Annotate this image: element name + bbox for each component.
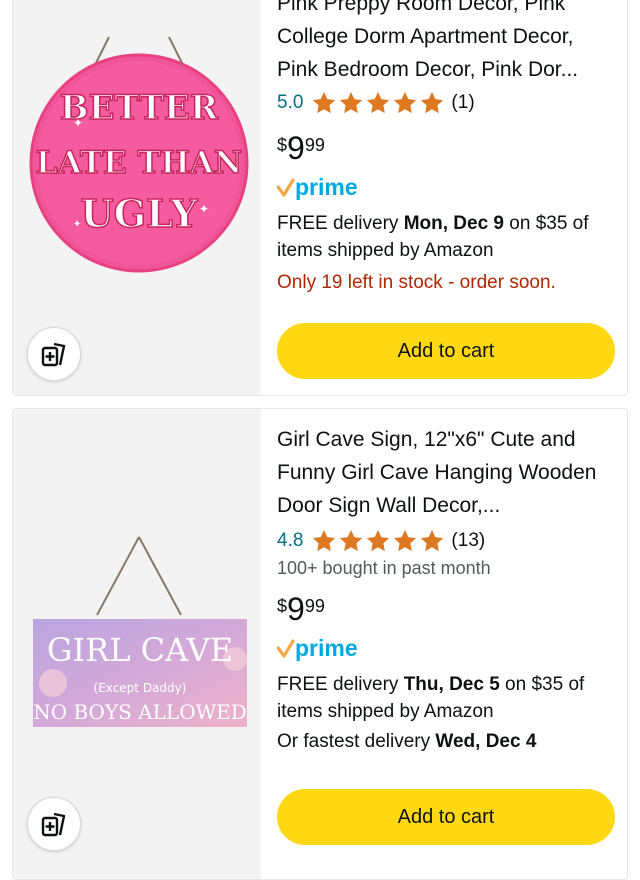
price: $ 9 99	[277, 593, 617, 625]
add-to-cart-button[interactable]: Add to cart	[277, 323, 615, 379]
svg-text:prime: prime	[295, 174, 358, 200]
price-symbol: $	[277, 135, 288, 155]
star-rating	[311, 90, 445, 116]
star-icon	[421, 91, 444, 114]
sign-line-2: LATE THAN	[36, 145, 242, 181]
rating-row[interactable]: 5.0 (1)	[277, 88, 617, 118]
price: $ 9 99	[277, 132, 617, 164]
product-info: Pink Preppy Room Decor, Pink College Dor…	[276, 0, 617, 294]
compare-button[interactable]	[27, 797, 81, 851]
star-icon	[394, 91, 417, 114]
rating-value: 5.0	[277, 92, 304, 113]
product-image-panel[interactable]: GIRL CAVE (Except Daddy) NO BOYS ALLOWED	[13, 409, 261, 879]
review-count: (13)	[451, 530, 486, 551]
star-icon	[394, 529, 417, 552]
delivery-date: Mon, Dec 9	[403, 213, 505, 234]
price-whole: 9	[287, 591, 305, 627]
sign-line-3: NO BOYS ALLOWED	[33, 700, 247, 724]
delivery-info: FREE delivery Mon, Dec 9 on $35 of items…	[277, 210, 617, 264]
fastest-delivery: Or fastest delivery Wed, Dec 4	[277, 731, 617, 753]
sign-line-2: (Except Daddy)	[94, 681, 187, 695]
sign-line-1: GIRL CAVE	[47, 631, 233, 669]
price-whole: 9	[287, 130, 305, 166]
stock-warning: Only 19 left in stock - order soon.	[277, 272, 556, 293]
price-fraction: 99	[304, 135, 325, 155]
star-icon	[340, 529, 363, 552]
product-card[interactable]: BETTER LATE THAN UGLY ✦ ✦ ✦ Pink Preppy …	[12, 0, 628, 396]
delivery-prefix: FREE delivery	[277, 674, 404, 695]
product-image-panel[interactable]: BETTER LATE THAN UGLY ✦ ✦ ✦	[13, 0, 261, 395]
svg-text:✦: ✦	[199, 202, 209, 216]
star-icon	[367, 91, 390, 114]
rating-row[interactable]: 4.8 (13)	[277, 526, 617, 556]
rating-value: 4.8	[277, 530, 304, 551]
product-title[interactable]: Girl Cave Sign, 12"x6" Cute and Funny Gi…	[277, 423, 617, 522]
prime-badge: prime	[276, 174, 617, 202]
star-icon	[340, 91, 363, 114]
prime-logo-icon: prime	[276, 174, 358, 200]
star-icon	[313, 529, 336, 552]
sign-line-1: BETTER	[60, 88, 219, 128]
prime-badge: prime	[276, 635, 617, 663]
compare-icon	[41, 812, 66, 837]
product-card[interactable]: GIRL CAVE (Except Daddy) NO BOYS ALLOWED…	[12, 408, 628, 880]
compare-button[interactable]	[27, 327, 81, 381]
delivery-date: Thu, Dec 5	[403, 674, 500, 695]
star-icon	[421, 529, 444, 552]
svg-text:prime: prime	[295, 635, 358, 661]
star-icon	[313, 91, 336, 114]
add-to-cart-button[interactable]: Add to cart	[277, 789, 615, 845]
svg-text:✦: ✦	[73, 219, 81, 230]
star-icon	[367, 529, 390, 552]
star-rating	[311, 528, 445, 554]
product-title[interactable]: Pink Preppy Room Decor, Pink College Dor…	[277, 0, 617, 86]
fastest-delivery-date: Wed, Dec 4	[435, 731, 537, 752]
bought-note: 100+ bought in past month	[277, 558, 491, 578]
fastest-delivery-prefix: Or fastest delivery	[277, 731, 436, 752]
price-symbol: $	[277, 596, 288, 616]
prime-logo-icon: prime	[276, 635, 358, 661]
delivery-info: FREE delivery Thu, Dec 5 on $35 of items…	[277, 671, 617, 725]
svg-text:✦: ✦	[73, 116, 83, 130]
delivery-prefix: FREE delivery	[277, 213, 404, 234]
review-count: (1)	[451, 92, 475, 113]
product-info: Girl Cave Sign, 12"x6" Cute and Funny Gi…	[276, 409, 617, 753]
compare-icon	[41, 342, 66, 367]
sign-line-3: UGLY	[80, 191, 198, 236]
price-fraction: 99	[304, 596, 325, 616]
